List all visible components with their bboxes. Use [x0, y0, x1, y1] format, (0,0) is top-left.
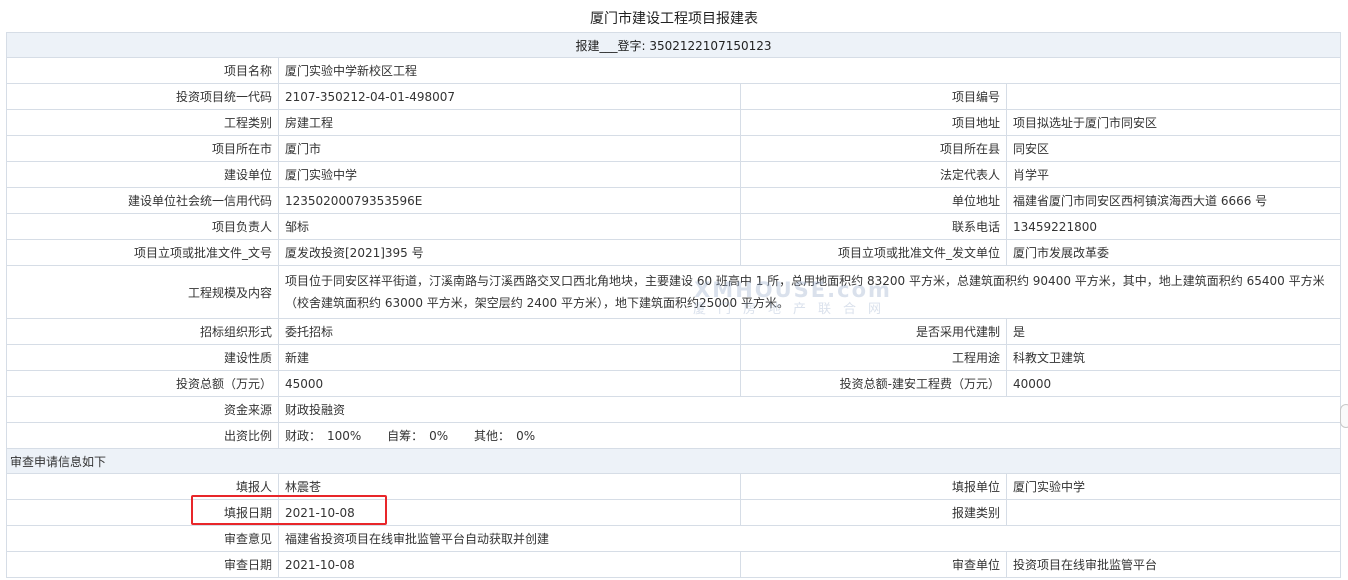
table-row: 工程规模及内容 项目位于同安区祥平街道，汀溪南路与汀溪西路交叉口西北角地块，主要… [6, 265, 1342, 319]
approval-unit-value: 厦门市发展改革委 [1005, 239, 1342, 266]
invest-code-value: 2107-350212-04-01-498007 [278, 83, 741, 110]
field-label: 联系电话 [740, 213, 1007, 240]
self-value: 0% [429, 429, 449, 443]
table-row: 项目名称 厦门实验中学新校区工程 [6, 57, 1342, 84]
table-row: 投资项目统一代码 2107-350212-04-01-498007 项目编号 [6, 83, 1342, 110]
field-label: 项目名称 [6, 57, 279, 84]
scroll-handle[interactable] [1340, 404, 1348, 428]
table-row: 建设单位社会统一信用代码 12350200079353596E 单位地址 福建省… [6, 187, 1342, 214]
fiscal-value: 100% [327, 429, 362, 443]
review-unit-value: 投资项目在线审批监管平台 [1005, 551, 1342, 578]
opinion-value: 福建省投资项目在线审批监管平台自动获取并创建 [277, 525, 1342, 552]
field-label: 单位地址 [740, 187, 1007, 214]
field-label: 资金来源 [6, 396, 279, 423]
table-row: 建设性质 新建 工程用途 科教文卫建筑 [6, 344, 1342, 371]
field-label: 项目立项或批准文件_文号 [6, 239, 279, 266]
self-key: 自筹： [387, 429, 424, 443]
field-label: 项目所在县 [740, 135, 1007, 162]
field-label: 项目编号 [740, 83, 1007, 110]
section-row: 审查申请信息如下 [5, 448, 1342, 474]
table-row: 投资总额（万元） 45000 投资总额-建安工程费（万元） 40000 [6, 370, 1342, 397]
funding-ratio: 财政： 100% 自筹： 0% 其他： 0% [277, 422, 1342, 449]
report-table: 报建___登字: 3502122107150123 项目名称 厦门实验中学新校区… [5, 32, 1342, 578]
table-row: 项目立项或批准文件_文号 厦发改投资[2021]395 号 项目立项或批准文件_… [6, 239, 1342, 266]
field-label: 项目立项或批准文件_发文单位 [740, 239, 1007, 266]
build-invest-value: 40000 [1005, 370, 1342, 397]
field-label: 是否采用代建制 [740, 318, 1007, 345]
builder-value: 厦门实验中学 [278, 161, 741, 188]
field-label: 工程用途 [740, 344, 1007, 371]
approval-doc-value: 厦发改投资[2021]395 号 [278, 239, 741, 266]
field-label: 出资比例 [6, 422, 279, 449]
field-label: 项目负责人 [6, 213, 279, 240]
registration-number: 报建___登字: 3502122107150123 [5, 32, 1342, 58]
city-value: 厦门市 [278, 135, 741, 162]
nature-value: 新建 [278, 344, 741, 371]
field-label: 审查日期 [6, 551, 279, 578]
fiscal-key: 财政： [285, 429, 322, 443]
project-name-value: 厦门实验中学新校区工程 [277, 57, 1342, 84]
scale-value: 项目位于同安区祥平街道，汀溪南路与汀溪西路交叉口西北角地块，主要建设 60 班高… [277, 265, 1342, 319]
field-label: 建设单位社会统一信用代码 [6, 187, 279, 214]
page-title: 厦门市建设工程项目报建表 [590, 11, 758, 27]
table-row: 项目所在市 厦门市 项目所在县 同安区 [6, 135, 1342, 162]
table-row: 招标组织形式 委托招标 是否采用代建制 是 [6, 318, 1342, 345]
field-label: 审查意见 [6, 525, 279, 552]
field-label: 审查单位 [740, 551, 1007, 578]
field-label: 投资总额（万元） [6, 370, 279, 397]
report-type-value [1005, 499, 1342, 526]
table-row: 填报日期 2021-10-08 报建类别 [6, 499, 1342, 526]
table-row: 填报人 林震苍 填报单位 厦门实验中学 [6, 473, 1342, 500]
filler-value: 林震苍 [278, 473, 741, 500]
address-value: 项目拟选址于厦门市同安区 [1005, 109, 1342, 136]
field-label: 招标组织形式 [6, 318, 279, 345]
phone-value: 13459221800 [1005, 213, 1342, 240]
table-row: 建设单位 厦门实验中学 法定代表人 肖学平 [6, 161, 1342, 188]
filler-unit-value: 厦门实验中学 [1005, 473, 1342, 500]
review-section-title: 审查申请信息如下 [5, 448, 1342, 474]
table-row: 出资比例 财政： 100% 自筹： 0% 其他： 0% [6, 422, 1342, 449]
field-label: 填报单位 [740, 473, 1007, 500]
review-date-value: 2021-10-08 [278, 551, 741, 578]
field-label: 建设单位 [6, 161, 279, 188]
legal-rep-value: 肖学平 [1005, 161, 1342, 188]
other-value: 0% [516, 429, 536, 443]
field-label: 填报人 [6, 473, 279, 500]
field-label: 工程类别 [6, 109, 279, 136]
fund-source-value: 财政投融资 [277, 396, 1342, 423]
field-label: 投资项目统一代码 [6, 83, 279, 110]
registration-row: 报建___登字: 3502122107150123 [5, 32, 1342, 58]
other-key: 其他： [474, 429, 511, 443]
bid-form-value: 委托招标 [278, 318, 741, 345]
field-label: 工程规模及内容 [6, 265, 279, 319]
table-row: 审查意见 福建省投资项目在线审批监管平台自动获取并创建 [6, 525, 1342, 552]
unit-address-value: 福建省厦门市同安区西柯镇滨海西大道 6666 号 [1005, 187, 1342, 214]
field-label: 投资总额-建安工程费（万元） [740, 370, 1007, 397]
project-no-value [1005, 83, 1342, 110]
total-invest-value: 45000 [278, 370, 741, 397]
table-row: 工程类别 房建工程 项目地址 项目拟选址于厦门市同安区 [6, 109, 1342, 136]
field-label: 报建类别 [740, 499, 1007, 526]
field-label: 项目地址 [740, 109, 1007, 136]
usage-value: 科教文卫建筑 [1005, 344, 1342, 371]
eng-type-value: 房建工程 [278, 109, 741, 136]
project-lead-value: 邹标 [278, 213, 741, 240]
agent-build-value: 是 [1005, 318, 1342, 345]
table-row: 审查日期 2021-10-08 审查单位 投资项目在线审批监管平台 [6, 551, 1342, 578]
field-label: 法定代表人 [740, 161, 1007, 188]
fill-date-value: 2021-10-08 [278, 499, 741, 526]
credit-code-value: 12350200079353596E [278, 187, 741, 214]
field-label: 项目所在市 [6, 135, 279, 162]
field-label: 建设性质 [6, 344, 279, 371]
table-row: 项目负责人 邹标 联系电话 13459221800 [6, 213, 1342, 240]
table-row: 资金来源 财政投融资 [6, 396, 1342, 423]
county-value: 同安区 [1005, 135, 1342, 162]
field-label: 填报日期 [6, 499, 279, 526]
